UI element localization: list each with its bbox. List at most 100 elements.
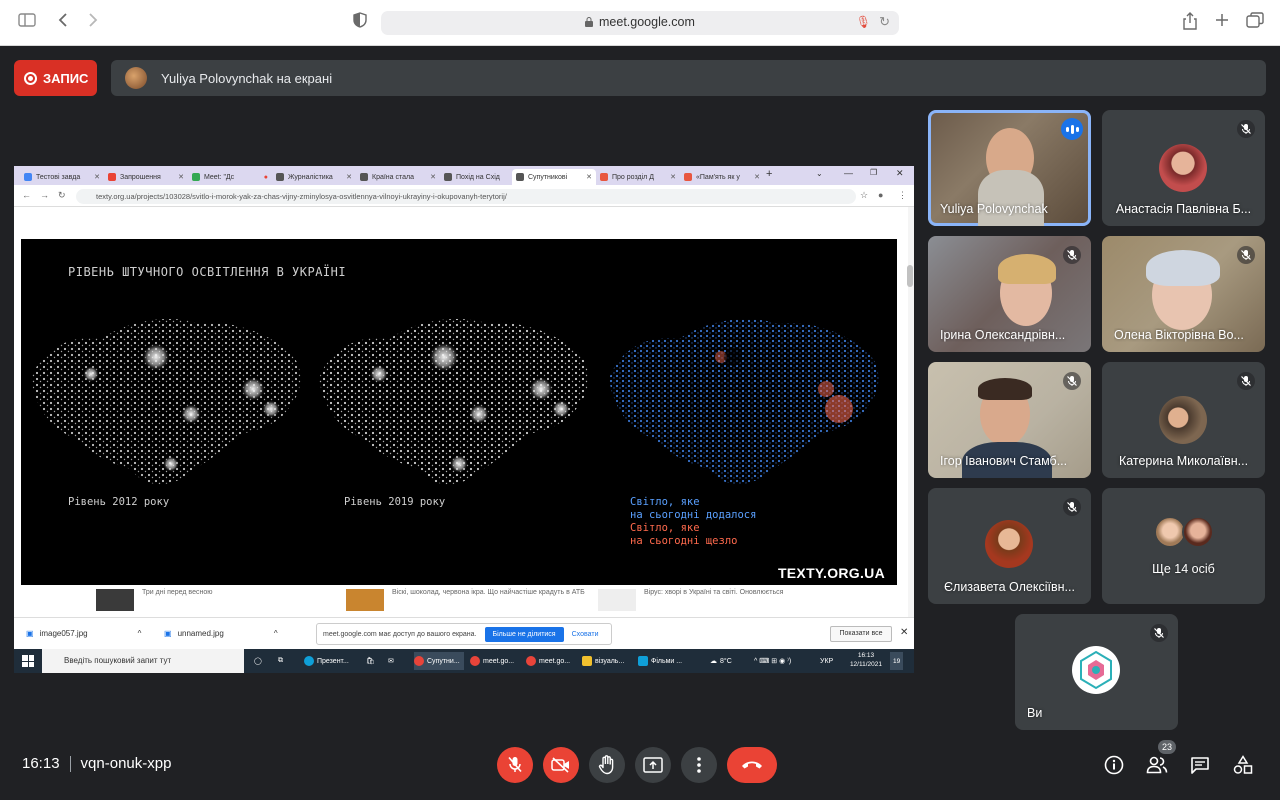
taskbar-app: meet.go... [470,652,514,670]
taskbar-app: meet.go... [526,652,570,670]
participant-name: Катерина Миколаївн... [1118,454,1249,468]
info-icon [1104,755,1124,775]
participant-video-hair [1146,250,1220,286]
meeting-details-button[interactable] [1102,753,1126,777]
participant-tile-iryna[interactable]: Ірина Олександрівн... [928,236,1091,352]
chat-icon [1191,757,1209,774]
tab-overview-icon[interactable] [1246,12,1264,32]
shared-tab: Журналістика ✕ [272,169,356,185]
downloads-close-icon: ✕ [900,627,909,638]
screen-share-notice: meet.google.com має доступ до вашого екр… [316,623,612,645]
avatar [1182,516,1214,548]
hand-icon [598,755,614,775]
microphone-icon[interactable]: 🎙 [856,15,871,29]
notification-badge: 19 [890,652,904,670]
address-bar[interactable]: meet.google.com 🎙 ↻ [381,11,899,35]
mic-off-icon [1150,624,1168,642]
activities-button[interactable] [1231,753,1255,777]
divider [69,755,71,772]
mic-off-icon [1063,498,1081,516]
reload-icon[interactable]: ↻ [879,14,890,30]
back-icon[interactable] [58,12,68,32]
people-icon [1146,756,1168,774]
taskbar-app: Презент... [304,652,349,670]
participant-tile-olena[interactable]: Олена Вікторівна Во... [1102,236,1265,352]
shared-tab: Запрошення ✕ [104,169,188,185]
chat-button[interactable] [1188,753,1212,777]
mic-off-icon [1063,246,1081,264]
recording-button[interactable]: ЗАПИС [14,60,97,96]
shared-tab: Країна стала ✕ [356,169,440,185]
meeting-code: vqn-onuk-xpp [80,755,172,772]
light-map-panel: РІВЕНЬ ШТУЧНОГО ОСВІТЛЕННЯ В УКРАЇНІ Рів… [21,239,897,585]
shared-back-icon: ← [22,190,31,200]
participant-tile-anastasiia[interactable]: Анастасія Павлівна Б... [1102,110,1265,226]
taskbar-app: Супутни... [414,652,464,670]
store-icon: 🛍 [366,658,375,665]
map-legend: Світло, яке на сьогодні додалося Світло,… [630,496,756,548]
timeline-icon: ⧉ [278,657,283,664]
participant-name: Ігор Іванович Стамб... [940,454,1068,468]
shared-new-tab-icon: + [766,168,773,180]
participant-tile-kateryna[interactable]: Катерина Миколаївн... [1102,362,1265,478]
windows-taskbar: Введіть пошуковий запит тут ◯ ⧉ Презент.… [14,649,914,673]
raise-hand-button[interactable] [589,747,625,783]
more-participants-tile[interactable]: Ще 14 осіб [1102,488,1265,604]
participant-video-hair [998,254,1056,284]
activities-icon [1233,755,1253,774]
participant-tile-ihor[interactable]: Ігор Іванович Стамб... [928,362,1091,478]
legend-added-line1: Світло, яке [630,496,700,508]
shared-tab-active: Супутникові ✕ [512,169,596,185]
mic-off-icon [508,756,522,773]
participant-tile-yuliya[interactable]: Yuliya Polovynchak [928,110,1091,226]
shared-restore-icon: ❐ [870,168,878,177]
shared-screen: Тестові завда ✕ Запрошення ✕ Meet: "Дс ● Жу… [14,166,914,673]
participant-name: Ірина Олександрівн... [940,328,1066,342]
sidebar-icon[interactable] [18,12,36,32]
caption-2019: Рівень 2019 року [344,496,446,508]
self-logo-icon [1080,650,1112,690]
participant-name: Єлизавета Олексіївн... [944,580,1075,594]
more-vert-icon [697,757,701,773]
news-item: Вірус: хворі в Україні та світі. Оновлює… [598,589,783,611]
shared-scrollbar [907,265,913,287]
legend-added-line2: на сьогодні додалося [630,509,757,521]
present-screen-button[interactable] [635,747,671,783]
shared-minimize-icon: — [844,168,853,178]
forward-icon[interactable] [88,12,98,32]
news-item: Віскі, шоколад, червона ікра. Що найчаст… [346,589,586,611]
presenting-text: Yuliya Polovynchak на екрані [161,70,333,86]
mic-off-icon [1237,372,1255,390]
shared-tab: «Пам'ять як у ✕ [680,169,764,185]
caption-2012: Рівень 2012 року [68,496,170,508]
legend-gone-line1: Світло, яке [630,522,700,534]
people-button[interactable] [1145,753,1169,777]
camera-toggle-button[interactable] [543,747,579,783]
participant-tile-yelyzaveta[interactable]: Єлизавета Олексіївн... [928,488,1091,604]
lock-icon [585,17,593,27]
presenting-banner: Yuliya Polovynchak на екрані [111,60,1266,96]
microphone-toggle-button[interactable] [497,747,533,783]
shared-reload-icon: ↻ [58,190,66,200]
taskbar-search: Введіть пошуковий запит тут [42,649,244,673]
new-tab-icon[interactable] [1214,12,1230,32]
recording-label: ЗАПИС [43,70,89,86]
avatar [1159,144,1207,192]
weather-icon: ☁ 8°C [710,657,732,666]
texty-brand: TEXTY.ORG.UA [777,565,885,581]
privacy-shield-icon[interactable] [353,12,367,32]
meeting-time: 16:13 [22,755,60,772]
mic-off-icon [1237,246,1255,264]
mic-off-icon [1063,372,1081,390]
participant-video-body [978,170,1044,226]
more-options-button[interactable] [681,747,717,783]
shared-tab: Про розділ Д ✕ [596,169,680,185]
participant-name: Ви [1027,706,1043,720]
leave-call-button[interactable] [727,747,777,783]
task-view-icon: ◯ [254,658,262,665]
shared-tab: Тестові завда ✕ [20,169,104,185]
self-tile[interactable]: Ви [1015,614,1178,730]
share-icon[interactable] [1182,12,1198,34]
participant-name: Анастасія Павлівна Б... [1115,202,1252,216]
taskbar-app: візуаль... [582,652,624,670]
